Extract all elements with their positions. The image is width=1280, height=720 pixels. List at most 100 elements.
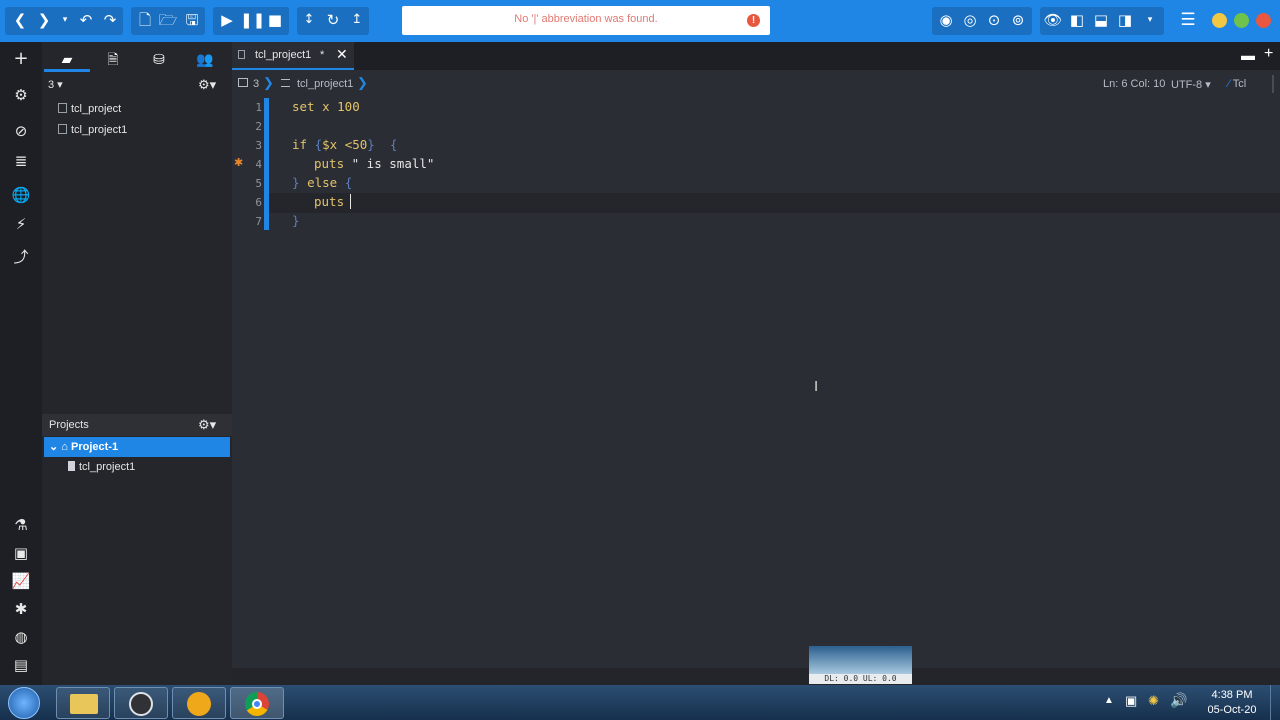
line-number: 6 [255,196,262,209]
tab-database-icon[interactable]: ⛁ [136,48,182,72]
maximize-button[interactable] [1234,13,1249,28]
text-cursor-icon: I [814,378,819,395]
flask-icon[interactable]: ⚗ [8,513,34,537]
gear-icon[interactable]: ⚙▾ [198,76,216,94]
app-task[interactable] [172,687,226,719]
play-macro-icon[interactable]: ⊙ [983,9,1005,31]
list-item[interactable]: tcl_project [58,100,121,118]
close-button[interactable] [1256,13,1271,28]
system-clock[interactable]: 4:38 PM 05-Oct-20 [1202,688,1262,718]
start-button[interactable] [8,687,40,719]
explorer-task[interactable] [56,687,110,719]
list-item[interactable]: tcl_project1 [68,458,135,476]
play-icon[interactable]: ▶ [216,9,238,31]
back-icon[interactable]: ❮ [9,9,31,31]
left-icon-bar: + ⚙ ⊘ ≣ 🌐 ⚡ ⤴ ⚗ ▣ 📈 ✱ ◍ ▤ [0,42,42,685]
network-graph [809,646,912,674]
undo-icon[interactable]: ↶ [75,9,97,31]
record-step-icon[interactable]: ↕ [298,9,320,31]
open-folder-icon[interactable]: 🗁 [157,9,179,31]
storage-icon[interactable]: ▤ [8,653,34,677]
version-control-icon[interactable]: ⊘ [8,119,34,143]
chrome-task[interactable] [230,687,284,719]
stop-icon[interactable]: ■ [264,9,286,31]
bottom-pane-icon[interactable]: ⬓ [1090,9,1112,31]
code-editor[interactable]: set x 100 if {$x <50} { puts " is small"… [269,96,1280,668]
close-tab-icon[interactable]: ✕ [336,46,348,63]
encoding-dropdown[interactable]: UTF-8 ▾ [1171,78,1211,91]
web-icon[interactable]: ◍ [8,625,34,649]
menu-icon[interactable]: ☰ [1177,9,1199,31]
brace: } [292,175,308,190]
code-line: if {$x <50} { [292,137,397,152]
project-item[interactable]: ⌄ ⌂ Project-1 [44,437,230,457]
show-desktop-button[interactable] [1270,685,1280,720]
new-file-icon[interactable]: 🗋 [134,9,156,31]
file-icon [68,461,75,471]
code-line: puts " is small" [314,156,434,171]
code-text: x 100 [314,99,360,114]
breadcrumb-file[interactable]: tcl_project1 [297,78,353,90]
breadcrumb-folder[interactable]: 3 [253,78,259,90]
lightning-icon[interactable]: ⚡ [8,212,34,236]
step-out-icon[interactable]: ↥ [346,9,368,31]
modified-indicator: * [320,49,325,61]
eye-icon[interactable]: 👁 [1042,9,1064,31]
forward-icon[interactable]: ❯ [33,9,55,31]
redo-icon[interactable]: ↷ [99,9,121,31]
network-label: DL: 0.0 UL: 0.0 [809,674,912,684]
code-text: $x <50 [322,137,368,152]
list-icon[interactable]: ≣ [8,149,34,173]
tab-tcl-project1[interactable]: tcl_project1 * ✕ [232,42,354,70]
text-caret [350,194,351,209]
code-line: set x 100 [292,99,360,114]
toolbox-icon[interactable]: ⚙ [8,83,34,107]
terminal-icon[interactable]: ▣ [8,541,34,565]
filter-dropdown[interactable]: 3 ▾ [48,76,63,94]
projects-header: Projects ⚙▾ [42,414,232,436]
pause-icon[interactable]: ❚❚ [240,9,265,31]
tray-usb-icon[interactable]: ▣ [1125,693,1137,709]
dock-icon[interactable]: ▬ [1241,47,1255,63]
list-item[interactable]: tcl_project1 [58,121,127,139]
tray-expand-icon[interactable]: ▲ [1104,695,1114,706]
chart-icon[interactable]: 📈 [8,569,34,593]
record-macro-icon[interactable]: ◉ [935,9,957,31]
alert-icon[interactable]: ! [747,14,760,27]
left-pane-icon[interactable]: ◧ [1066,9,1088,31]
save-macro-icon[interactable]: ⊚ [1007,9,1029,31]
cursor-position[interactable]: Ln: 6 Col: 10 [1103,78,1165,90]
stop-macro-icon[interactable]: ◎ [959,9,981,31]
minimize-button[interactable] [1212,13,1227,28]
file-lines-icon [281,79,290,87]
save-icon[interactable]: 🖫 [181,9,203,31]
language-dropdown[interactable]: ⁄ Tcl [1228,78,1246,90]
line-number: 3 [255,139,262,152]
obs-task[interactable] [114,687,168,719]
layout-dropdown-icon[interactable]: ▾ [1139,9,1161,31]
add-icon[interactable]: + [8,47,34,71]
code-line: puts [314,194,352,209]
horizontal-scrollbar[interactable] [232,668,1280,685]
chevron-right-icon: ❯ [263,75,274,90]
volume-icon[interactable]: 🔊 [1170,692,1187,709]
debug-icon[interactable]: ✱ [8,597,34,621]
clock-time: 4:38 PM [1211,689,1253,701]
brace: } { [367,137,398,152]
share-icon[interactable]: ⤴ [8,245,34,269]
line-number: 5 [255,177,262,190]
rotate-icon[interactable]: ↻ [322,9,344,31]
new-tab-icon[interactable]: + [1264,45,1273,63]
right-pane-icon[interactable]: ◨ [1114,9,1136,31]
keyword: if [292,137,308,152]
scrollbar[interactable] [1272,75,1274,93]
keyword: set [292,99,315,114]
tray-network-icon[interactable]: ✺ [1148,693,1159,709]
projects-gear-icon[interactable]: ⚙▾ [198,416,216,434]
history-dropdown-icon[interactable]: ▾ [54,9,76,31]
string: " is small" [344,156,435,171]
tab-users-icon[interactable]: 👥 [182,48,228,72]
obs-icon [129,692,153,716]
tab-files-icon[interactable]: 🗎 [90,48,136,72]
globe-icon[interactable]: 🌐 [8,183,34,207]
